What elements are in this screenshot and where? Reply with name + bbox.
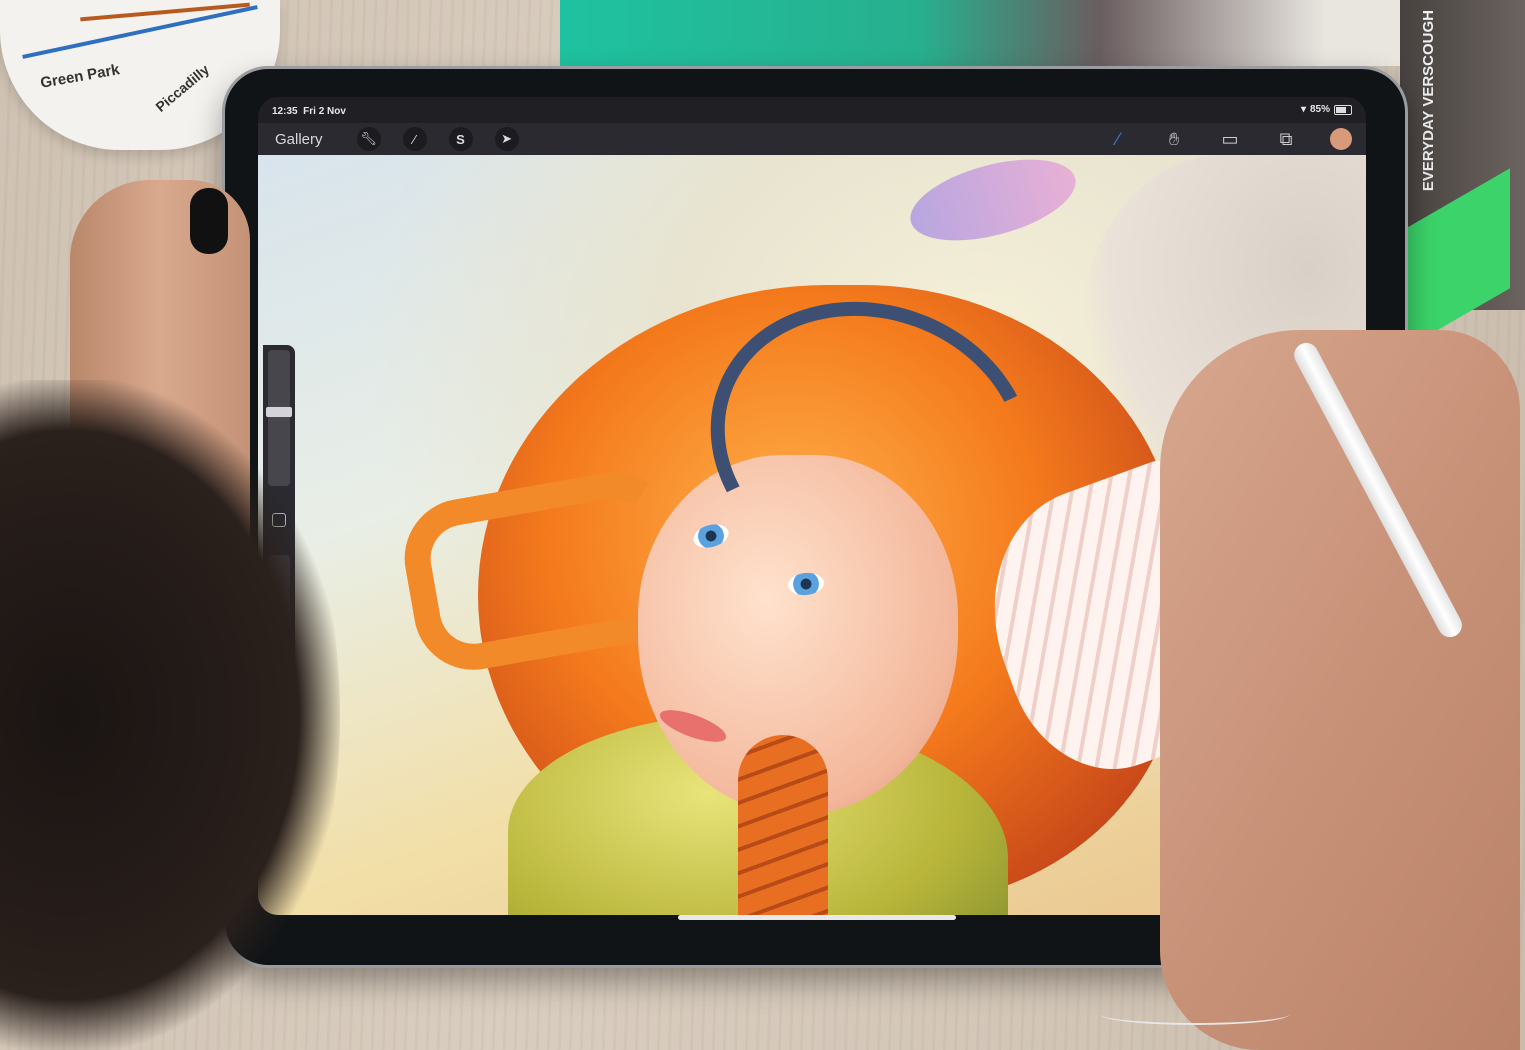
time-text: 12:35 xyxy=(272,106,298,117)
wrench-icon[interactable]: 🔧︎ xyxy=(356,127,381,151)
brush-icon[interactable]: ∕ xyxy=(1106,127,1130,151)
magic-wand-icon[interactable]: ⁄ xyxy=(402,127,427,151)
slider-thumb[interactable] xyxy=(266,406,292,417)
layers-icon[interactable]: ⧉ xyxy=(1274,127,1298,151)
home-indicator[interactable] xyxy=(678,915,956,920)
battery-icon xyxy=(1334,104,1352,115)
mug-text: Piccadilly xyxy=(152,61,213,115)
gallery-button[interactable]: Gallery xyxy=(275,131,323,148)
transform-arrow-icon[interactable]: ➤ xyxy=(494,127,519,151)
fingernail xyxy=(190,188,228,254)
bracelet xyxy=(1100,1003,1290,1025)
color-picker-button[interactable] xyxy=(1330,128,1352,150)
battery-fill xyxy=(1336,106,1347,113)
right-tools: ∕ ✋︎ ▭ ⧉ xyxy=(1106,127,1352,151)
eraser-icon[interactable]: ▭ xyxy=(1218,127,1242,151)
status-time: 12:35 Fri 2 Nov xyxy=(272,106,346,117)
selection-s-icon[interactable]: S xyxy=(448,127,473,151)
status-right: ▾ 85% xyxy=(1301,104,1352,115)
books-stack xyxy=(560,0,1460,66)
mug-text: Green Park xyxy=(39,61,121,92)
toolbar: Gallery 🔧︎ ⁄ S ➤ ∕ ✋︎ ▭ ⧉ xyxy=(258,123,1366,155)
battery-text: 85% xyxy=(1309,104,1330,115)
foreground-hair xyxy=(0,380,340,1050)
date-text: Fri 2 Nov xyxy=(303,106,346,117)
book-spine-text: EVERYDAY VERSCOUGH xyxy=(1420,10,1437,192)
status-bar: 12:35 Fri 2 Nov ▾ 85% xyxy=(258,97,1366,123)
wifi-icon: ▾ xyxy=(1300,104,1306,115)
artwork-braid xyxy=(738,735,828,915)
artwork-feather xyxy=(901,144,1085,256)
smudge-icon[interactable]: ✋︎ xyxy=(1162,127,1186,151)
